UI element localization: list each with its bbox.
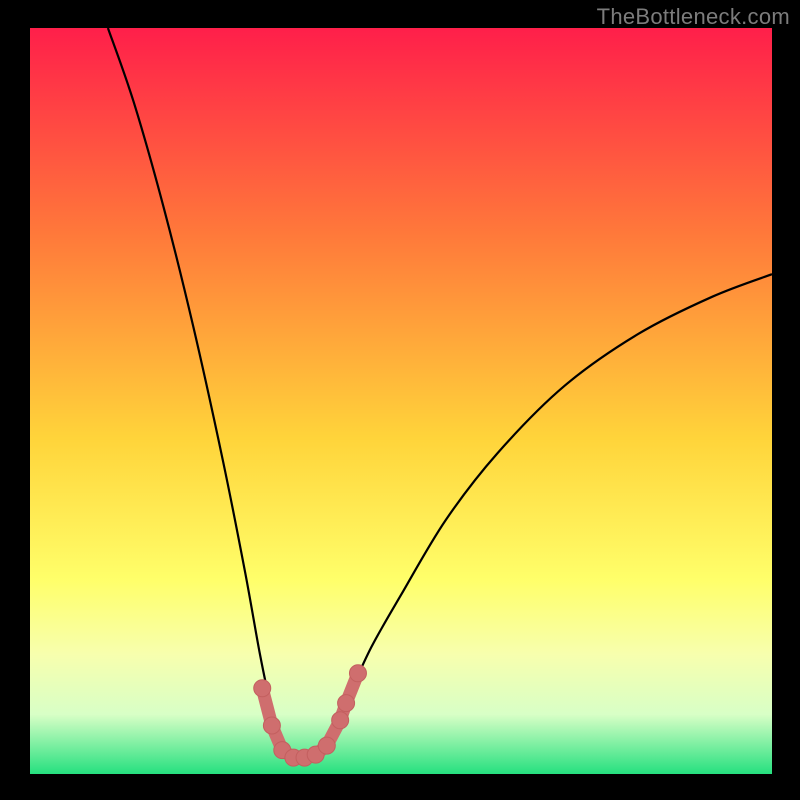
- marker-dot: [263, 717, 280, 734]
- watermark-text: TheBottleneck.com: [597, 4, 790, 30]
- marker-dot: [332, 712, 349, 729]
- bottleneck-chart: [0, 0, 800, 800]
- marker-dot: [338, 695, 355, 712]
- marker-dot: [349, 665, 366, 682]
- marker-dot: [318, 737, 335, 754]
- plot-gradient-background: [30, 28, 772, 774]
- marker-dot: [254, 680, 271, 697]
